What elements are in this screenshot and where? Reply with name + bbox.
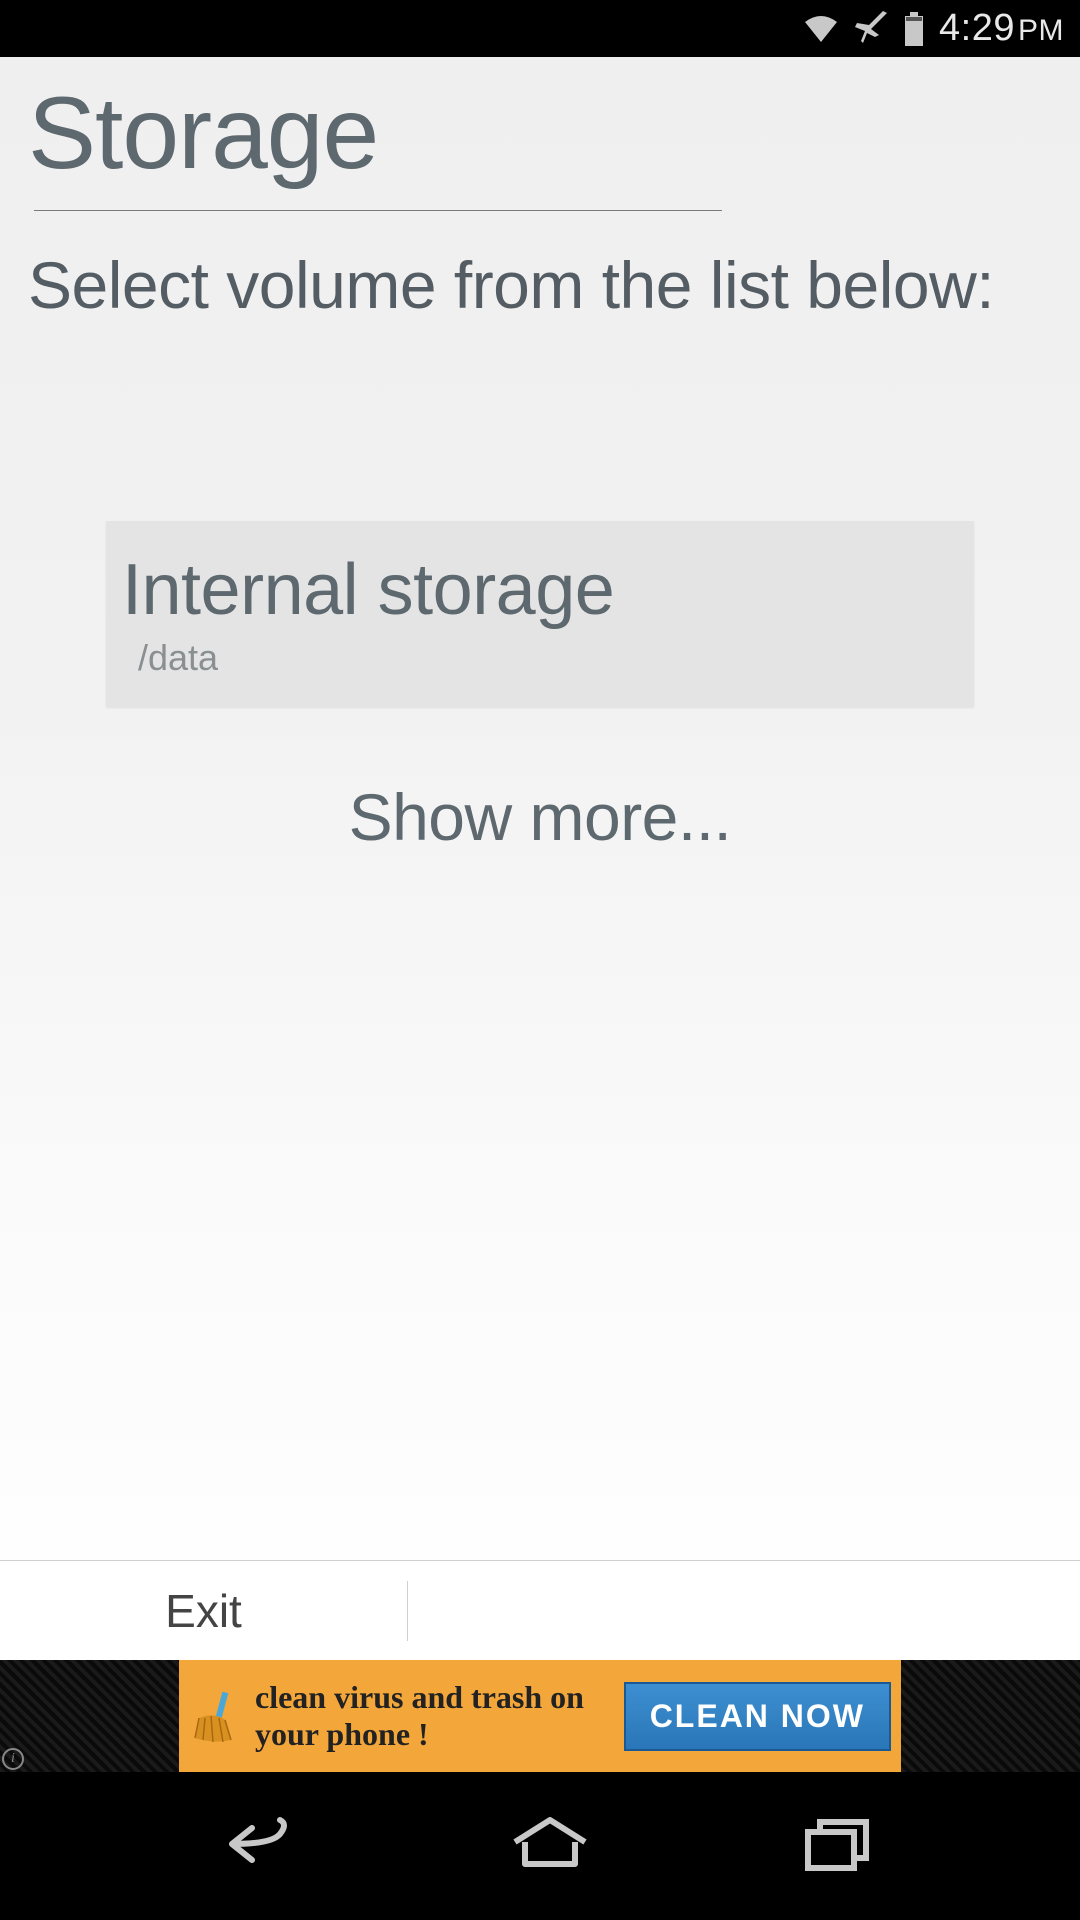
volume-item-internal[interactable]: Internal storage /data xyxy=(106,521,974,707)
navigation-bar xyxy=(0,1772,1080,1920)
bottom-bar: Exit xyxy=(0,1560,1080,1660)
volume-name: Internal storage xyxy=(122,549,958,631)
volume-path: /data xyxy=(122,637,958,679)
airplane-icon xyxy=(853,11,889,47)
clean-now-button[interactable]: CLEAN NOW xyxy=(624,1682,891,1751)
ad-side-right xyxy=(901,1660,1080,1772)
ad-side-left xyxy=(0,1660,179,1772)
main-content: Storage Select volume from the list belo… xyxy=(0,57,1080,1660)
wifi-icon xyxy=(803,14,839,44)
status-time: 4:29PM xyxy=(939,7,1064,50)
ad-container: clean virus and trash on your phone ! CL… xyxy=(0,1660,1080,1772)
exit-button[interactable]: Exit xyxy=(0,1581,408,1641)
ad-info-icon[interactable]: i xyxy=(2,1748,24,1770)
page-title: Storage xyxy=(0,57,1080,192)
broom-icon xyxy=(189,1688,245,1744)
instruction-text: Select volume from the list below: xyxy=(0,211,1080,323)
show-more-button[interactable]: Show more... xyxy=(0,779,1080,855)
recent-apps-icon[interactable] xyxy=(798,1814,878,1879)
status-bar: 4:29PM xyxy=(0,0,1080,57)
ad-banner[interactable]: clean virus and trash on your phone ! CL… xyxy=(179,1660,901,1772)
battery-icon xyxy=(903,12,925,46)
ad-text: clean virus and trash on your phone ! xyxy=(255,1679,614,1753)
home-icon[interactable] xyxy=(505,1814,595,1879)
back-icon[interactable] xyxy=(202,1814,302,1879)
